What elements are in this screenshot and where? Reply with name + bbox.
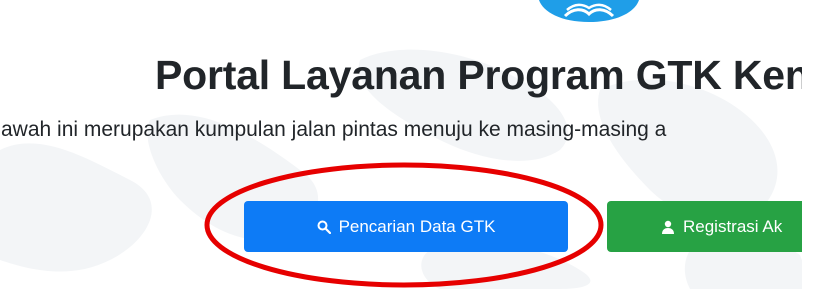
search-button-label: Pencarian Data GTK — [338, 216, 496, 236]
logo-emblem — [539, 0, 639, 22]
registration-button-label: Registrasi Ak — [683, 216, 783, 236]
page-subtitle: awah ini merupakan kumpulan jalan pintas… — [1, 118, 667, 141]
right-edge-cutoff — [802, 0, 813, 289]
registration-button[interactable]: Registrasi Ak — [607, 201, 813, 252]
page-title: Portal Layanan Program GTK Ken — [155, 52, 810, 98]
search-icon — [317, 220, 331, 234]
search-data-gtk-button[interactable]: Pencarian Data GTK — [244, 201, 568, 252]
user-icon — [661, 220, 675, 234]
